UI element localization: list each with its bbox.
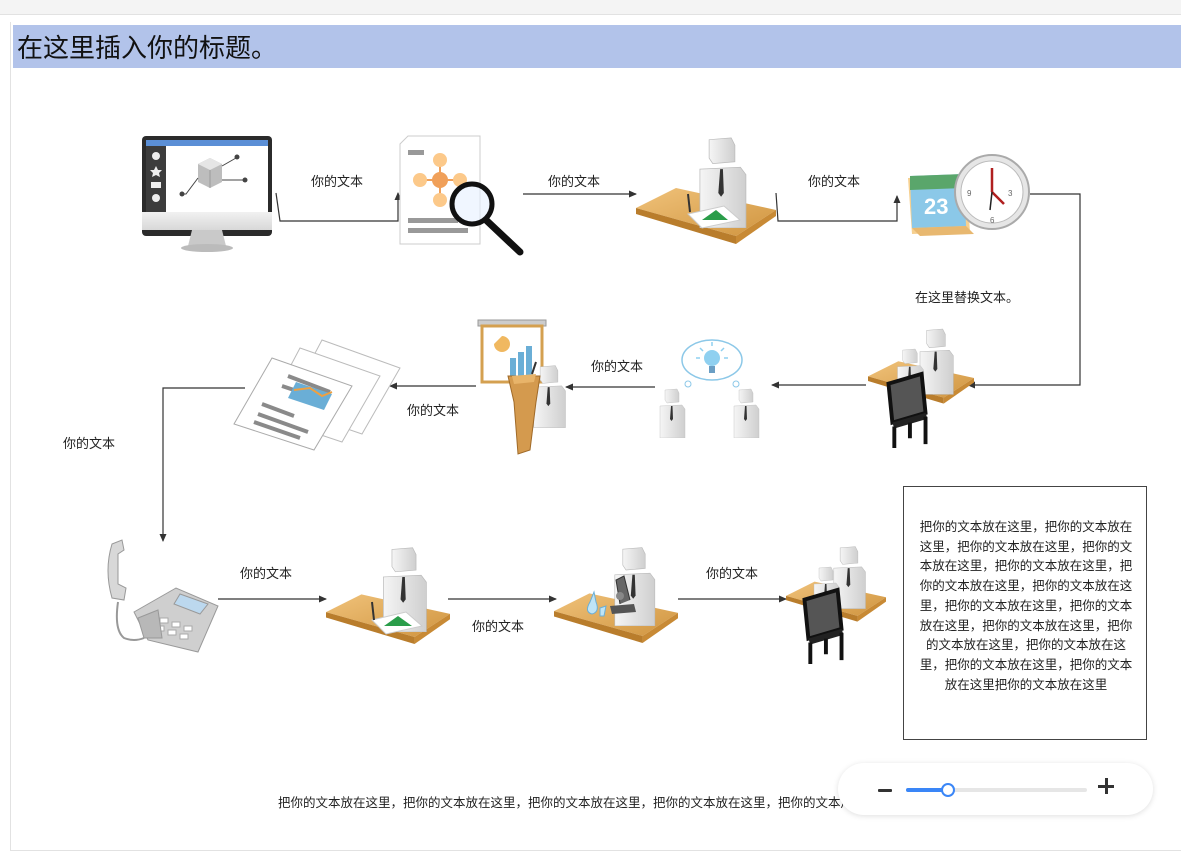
calendar-clock-icon: 23 3 6 9 [908, 154, 1030, 236]
zoom-slider-handle[interactable] [941, 783, 955, 797]
svg-text:9: 9 [967, 189, 972, 198]
lab-microscope-icon [554, 547, 678, 644]
zoom-out-icon[interactable] [878, 789, 892, 792]
zoom-in-icon[interactable] [1097, 777, 1115, 795]
flow-label-2[interactable]: 你的文本 [548, 171, 600, 190]
idea-discussion-icon [659, 339, 760, 438]
text-box[interactable]: 把你的文本放在这里，把你的文本放在这里，把你的文本放在这里，把你的文本放在这里，… [903, 486, 1147, 740]
svg-text:6: 6 [990, 216, 995, 225]
flow-label-replace[interactable]: 在这里替换文本。 [915, 287, 1019, 306]
zoom-control [838, 763, 1153, 815]
person-desk-icon-2 [326, 547, 450, 645]
svg-text:3: 3 [1008, 189, 1013, 198]
flow-label-1[interactable]: 你的文本 [311, 171, 363, 190]
person-desk-icon [636, 137, 776, 244]
meeting-desk-icon [868, 328, 974, 448]
telephone-icon [107, 539, 219, 653]
presenter-chart-icon [477, 319, 567, 455]
flow-label-6[interactable]: 你的文本 [63, 433, 115, 452]
flow-label-8[interactable]: 你的文本 [472, 616, 524, 635]
flow-label-9[interactable]: 你的文本 [706, 563, 758, 582]
monitor-icon [142, 136, 272, 252]
calendar-day: 23 [924, 194, 948, 219]
flow-label-4[interactable]: 你的文本 [591, 356, 643, 375]
zoom-slider[interactable] [906, 788, 1087, 792]
flow-label-7[interactable]: 你的文本 [240, 563, 292, 582]
flow-label-3[interactable]: 你的文本 [808, 171, 860, 190]
document-search-icon [399, 135, 524, 256]
reports-icon [233, 339, 401, 451]
flow-label-5[interactable]: 你的文本 [407, 400, 459, 419]
bottom-text[interactable]: 把你的文本放在这里，把你的文本放在这里，把你的文本放在这里，把你的文本放在这里，… [278, 792, 843, 811]
meeting-desk-icon-2 [786, 546, 886, 664]
